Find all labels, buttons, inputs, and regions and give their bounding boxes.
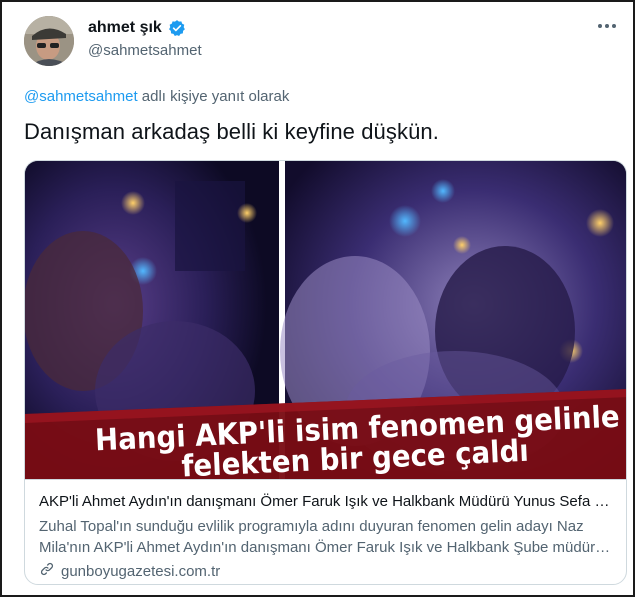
avatar[interactable] <box>24 16 74 66</box>
reply-mention-link[interactable]: @sahmetsahmet <box>24 88 138 105</box>
tweet-container: ahmet şık @sahmetsahmet @sahmetsahmet ad… <box>0 0 635 597</box>
author-row: ahmet şık <box>88 19 186 37</box>
card-domain-row[interactable]: gunboyugazetesi.com.tr <box>39 561 614 583</box>
reply-context-text: adlı kişiye yanıt olarak <box>137 88 290 105</box>
image-headline: Hangi AKP'li isim fenomen gelinle felekt… <box>94 399 620 479</box>
card-domain: gunboyugazetesi.com.tr <box>61 563 221 580</box>
author-name[interactable]: ahmet şık <box>88 19 162 37</box>
reply-context: @sahmetsahmet adlı kişiye yanıt olarak <box>24 88 289 105</box>
link-preview-card[interactable]: Hangi AKP'li isim fenomen gelinle felekt… <box>24 160 627 585</box>
link-icon <box>39 561 55 583</box>
card-description: Zuhal Topal'ın sunduğu evlilik programıy… <box>39 518 604 556</box>
card-meta: AKP'li Ahmet Aydın'ın danışmanı Ömer Far… <box>25 480 626 584</box>
tweet-text: Danışman arkadaş belli ki keyfine düşkün… <box>24 119 439 144</box>
avatar-image <box>24 16 74 66</box>
card-title[interactable]: AKP'li Ahmet Aydın'ın danışmanı Ömer Far… <box>39 492 614 512</box>
author-handle[interactable]: @sahmetsahmet <box>88 42 202 59</box>
verified-badge-icon <box>168 19 186 37</box>
more-options-icon[interactable] <box>595 14 619 38</box>
